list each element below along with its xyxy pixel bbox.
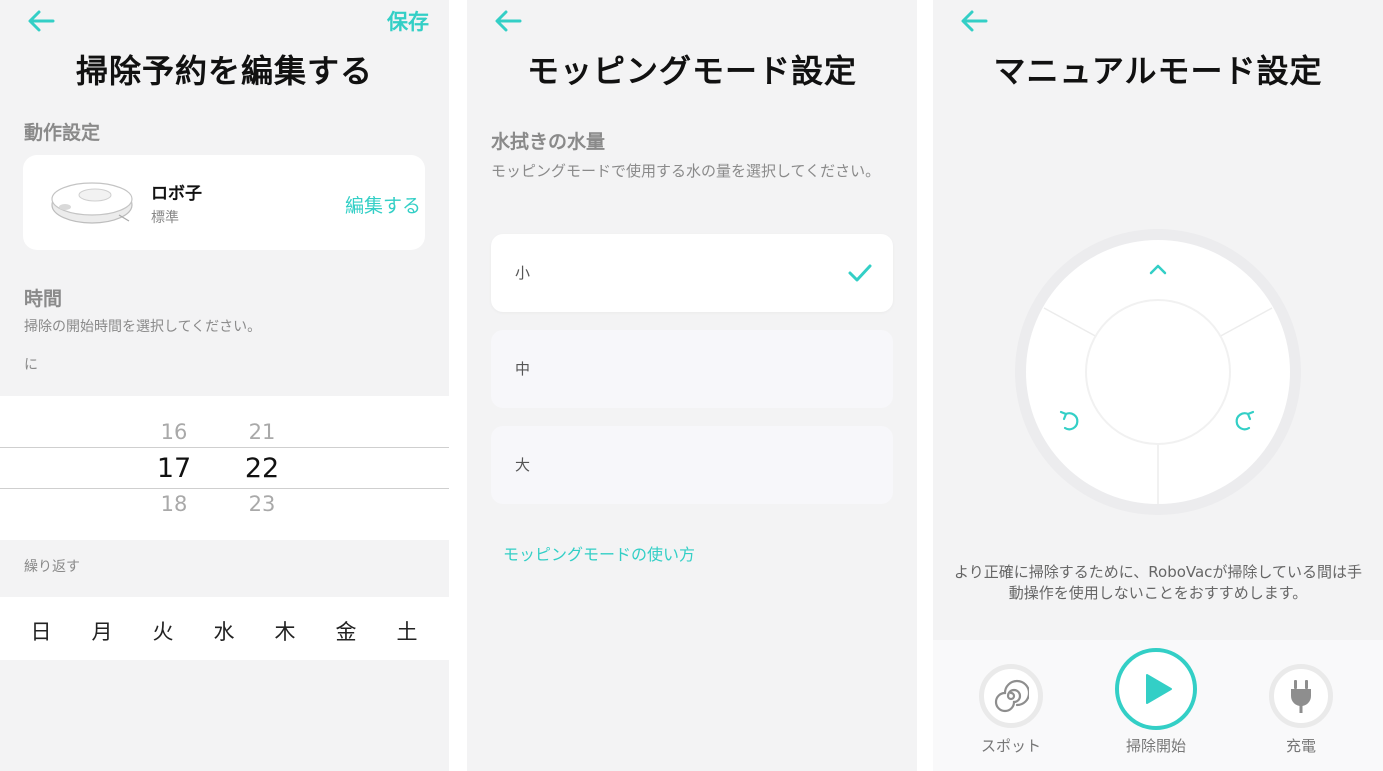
edit-button[interactable]: 編集する [345,191,421,218]
day-mon[interactable]: 月 [82,616,122,646]
hour-option[interactable]: 18 [144,492,204,516]
page-title: 掃除予約を編集する [75,52,373,90]
day-fri[interactable]: 金 [326,616,366,646]
page-title: モッピングモード設定 [526,52,857,90]
water-option-large[interactable]: 大 [491,426,893,504]
option-label: 大 [515,456,531,474]
arrow-left-icon[interactable] [959,8,989,34]
action-settings-heading: 動作設定 [24,122,101,144]
minute-option[interactable]: 21 [232,420,292,444]
arrow-left-icon[interactable] [26,8,56,34]
robot-card: ロボ子 標準 編集する [23,155,425,250]
water-amount-heading: 水拭きの水量 [491,131,606,153]
time-hint: 掃除の開始時間を選択してください。 [24,319,262,335]
rotate-right-icon[interactable] [1235,410,1257,432]
schedule-edit-screen: 保存 掃除予約を編集する 動作設定 ロボ子 標準 編集する 時間 掃除の開始時間… [0,0,449,771]
robot-vacuum-icon [51,182,133,224]
play-icon [1146,674,1172,704]
time-prefix: に [24,357,38,373]
day-wed[interactable]: 水 [204,616,244,646]
water-amount-hint: モッピングモードで使用する水の量を選択してください。 [491,162,881,180]
forward-arrow-icon[interactable] [1148,262,1168,276]
help-link[interactable]: モッピングモードの使い方 [503,541,695,565]
time-picker[interactable]: 16 17 18 21 22 23 [0,396,449,540]
option-label: 中 [515,360,531,378]
minute-option[interactable]: 23 [232,492,292,516]
save-button[interactable]: 保存 [387,6,429,36]
charge-label: 充電 [1285,737,1316,755]
minute-selected[interactable]: 22 [232,453,292,484]
manual-note: より正確に掃除するために、RoboVacが掃除している間は手動操作を使用しないこ… [954,563,1362,602]
water-option-medium[interactable]: 中 [491,330,893,408]
hour-option[interactable]: 16 [144,420,204,444]
mopping-mode-screen: モッピングモード設定 水拭きの水量 モッピングモードで使用する水の量を選択してく… [467,0,917,771]
time-heading: 時間 [24,288,63,310]
spot-button[interactable] [979,664,1043,728]
robot-mode: 標準 [151,210,179,226]
robot-name: ロボ子 [151,184,202,204]
page-title: マニュアルモード設定 [993,52,1323,90]
plug-icon [1291,680,1311,713]
spot-label: スポット [980,737,1041,755]
rotate-left-icon[interactable] [1057,410,1079,432]
hour-selected[interactable]: 17 [144,453,204,484]
day-thu[interactable]: 木 [265,616,305,646]
start-cleaning-label: 掃除開始 [1125,737,1186,755]
start-cleaning-button[interactable] [1115,648,1197,730]
option-label: 小 [515,264,531,282]
day-sat[interactable]: 土 [387,616,427,646]
repeat-heading: 繰り返す [24,559,80,575]
manual-mode-screen: マニュアルモード設定 より正確に掃除するために、RoboVacが掃除している間は… [933,0,1383,771]
water-option-small[interactable]: 小 [491,234,893,312]
spiral-icon [994,679,1029,713]
day-sun[interactable]: 日 [21,616,61,646]
day-tue[interactable]: 火 [143,616,183,646]
arrow-left-icon[interactable] [493,8,523,34]
check-icon [848,264,872,282]
charge-button[interactable] [1269,664,1333,728]
